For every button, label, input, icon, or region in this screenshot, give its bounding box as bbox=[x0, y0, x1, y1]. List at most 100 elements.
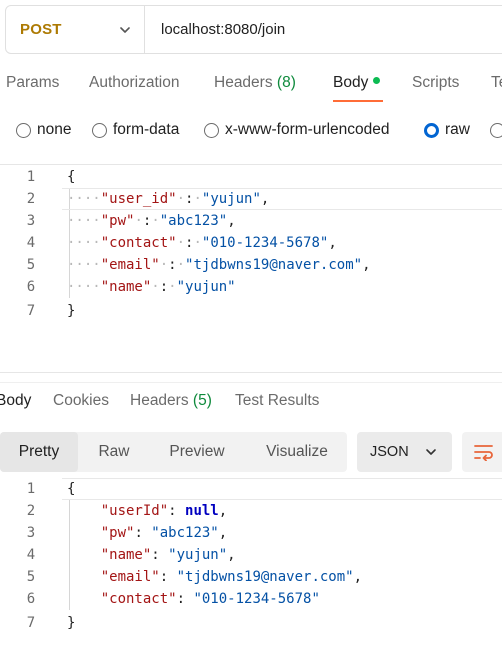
radio-none[interactable]: none bbox=[16, 116, 71, 144]
code-line: 4 ····"contact"·:·"010-1234-5678", bbox=[0, 232, 502, 254]
code-line: 7 } bbox=[0, 300, 502, 322]
request-tabs: Params Authorization Headers (8) Body Sc… bbox=[0, 64, 502, 104]
json-comma: , bbox=[218, 525, 228, 541]
method-label: POST bbox=[20, 21, 62, 38]
mode-raw[interactable]: Raw bbox=[82, 432, 146, 472]
code-text: "contact": "010-1234-5678" bbox=[100, 591, 320, 607]
json-key: "contact" bbox=[100, 235, 177, 251]
json-key: "userId" bbox=[100, 503, 169, 519]
radio-urlencoded-label: x-www-form-urlencoded bbox=[225, 121, 390, 138]
json-value: "010-1234-5678" bbox=[201, 235, 329, 251]
tab-scripts[interactable]: Scripts bbox=[412, 74, 459, 92]
response-view-modes: Pretty Raw Preview Visualize bbox=[0, 432, 347, 472]
line-number: 7 bbox=[26, 615, 36, 631]
radio-raw[interactable]: raw bbox=[424, 116, 470, 144]
tab-response-headers[interactable]: Headers (5) bbox=[130, 392, 212, 410]
json-key: "email" bbox=[100, 569, 160, 585]
json-key: "name" bbox=[100, 547, 152, 563]
active-tab-underline bbox=[333, 100, 383, 102]
radio-binary[interactable] bbox=[490, 116, 502, 144]
response-tabs: Body Cookies Headers (5) Test Results bbox=[0, 390, 502, 414]
code-text: ····"user_id"·:·"yujun", bbox=[67, 191, 270, 207]
code-line: 1 { bbox=[0, 478, 502, 500]
close-brace: } bbox=[67, 303, 76, 319]
tab-test-results[interactable]: Test Results bbox=[235, 392, 319, 410]
code-text: ····"contact"·:·"010-1234-5678", bbox=[67, 235, 337, 251]
method-selector[interactable]: POST bbox=[6, 6, 145, 53]
code-text: ····"name"·:·"yujun" bbox=[67, 279, 236, 295]
json-value: "yujun" bbox=[201, 191, 261, 207]
format-label: JSON bbox=[370, 444, 409, 460]
radio-none-label: none bbox=[37, 121, 72, 138]
line-number: 1 bbox=[26, 481, 36, 497]
json-value: "abc123" bbox=[159, 213, 228, 229]
line-number: 7 bbox=[26, 303, 36, 319]
wrap-lines-icon bbox=[474, 445, 493, 461]
json-value: "yujun" bbox=[168, 547, 228, 563]
tab-headers-label: Headers bbox=[214, 74, 273, 91]
tab-tests[interactable]: Te bbox=[491, 74, 502, 92]
json-value: "tjdbwns19@naver.com" bbox=[185, 257, 363, 273]
format-dropdown[interactable]: JSON bbox=[357, 432, 452, 472]
code-text: "pw": "abc123", bbox=[100, 525, 228, 541]
json-value: "abc123" bbox=[151, 525, 219, 541]
wrap-lines-button[interactable] bbox=[462, 432, 502, 472]
json-key: "user_id" bbox=[100, 191, 177, 207]
radio-raw-label: raw bbox=[445, 121, 470, 138]
tab-headers[interactable]: Headers (8) bbox=[214, 74, 296, 92]
radio-circle bbox=[92, 122, 107, 138]
json-comma: , bbox=[260, 191, 270, 207]
line-number: 3 bbox=[26, 525, 36, 541]
code-text: "email": "tjdbwns19@naver.com", bbox=[100, 569, 363, 585]
radio-urlencoded[interactable]: x-www-form-urlencoded bbox=[204, 116, 390, 144]
json-comma: , bbox=[362, 257, 371, 273]
code-line: 2 "userId": null, bbox=[0, 500, 502, 522]
mode-visualize[interactable]: Visualize bbox=[252, 432, 342, 472]
line-number: 6 bbox=[26, 279, 36, 295]
mode-preview[interactable]: Preview bbox=[158, 432, 236, 472]
tab-cookies[interactable]: Cookies bbox=[53, 392, 109, 410]
json-key: "contact" bbox=[100, 591, 177, 607]
tab-response-body[interactable]: Body bbox=[0, 392, 31, 410]
code-line: 6 ····"name"·:·"yujun" bbox=[0, 276, 502, 298]
divider bbox=[0, 164, 502, 165]
request-url-bar: POST localhost:8080/join bbox=[5, 5, 502, 54]
code-text: "name": "yujun", bbox=[100, 547, 236, 563]
line-number: 3 bbox=[26, 213, 36, 229]
radio-circle bbox=[204, 122, 219, 138]
tab-params[interactable]: Params bbox=[6, 74, 59, 92]
open-brace: { bbox=[67, 169, 76, 185]
close-brace: } bbox=[67, 615, 76, 631]
code-text: ····"pw"·:·"abc123", bbox=[67, 213, 236, 229]
code-line: 7 } bbox=[0, 612, 502, 634]
json-value: "010-1234-5678" bbox=[193, 591, 320, 607]
divider bbox=[0, 382, 502, 383]
url-input[interactable]: localhost:8080/join bbox=[161, 21, 461, 38]
code-line: 5 "email": "tjdbwns19@naver.com", bbox=[0, 566, 502, 588]
json-value: "yujun" bbox=[176, 279, 236, 295]
chevron-down-icon bbox=[120, 26, 130, 33]
modified-dot-icon bbox=[373, 77, 381, 85]
json-comma: , bbox=[218, 503, 228, 519]
tab-response-headers-label: Headers bbox=[130, 392, 189, 409]
radio-form-data[interactable]: form-data bbox=[92, 116, 179, 144]
response-headers-count: (5) bbox=[192, 392, 212, 409]
code-line: 6 "contact": "010-1234-5678" bbox=[0, 588, 502, 610]
tab-body-label: Body bbox=[333, 74, 369, 91]
open-brace: { bbox=[67, 481, 76, 497]
response-body-viewer[interactable]: 1 { 2 "userId": null, 3 "pw": "abc123", … bbox=[0, 478, 502, 638]
json-value: null bbox=[185, 503, 219, 519]
pane-divider[interactable] bbox=[0, 372, 502, 373]
mode-pretty[interactable]: Pretty bbox=[0, 432, 78, 472]
tab-authorization[interactable]: Authorization bbox=[89, 74, 179, 92]
json-value: "tjdbwns19@naver.com" bbox=[176, 569, 354, 585]
line-number: 2 bbox=[26, 191, 36, 207]
radio-circle bbox=[490, 122, 502, 138]
headers-count: (8) bbox=[276, 74, 296, 91]
code-text: "userId": null, bbox=[100, 503, 228, 519]
request-body-editor[interactable]: 1 { 2 ····"user_id"·:·"yujun", 3 ····"pw… bbox=[0, 166, 502, 326]
code-line: 1 { bbox=[0, 166, 502, 188]
line-number: 5 bbox=[26, 257, 36, 273]
tab-body[interactable]: Body bbox=[333, 74, 381, 92]
json-key: "pw" bbox=[100, 213, 135, 229]
